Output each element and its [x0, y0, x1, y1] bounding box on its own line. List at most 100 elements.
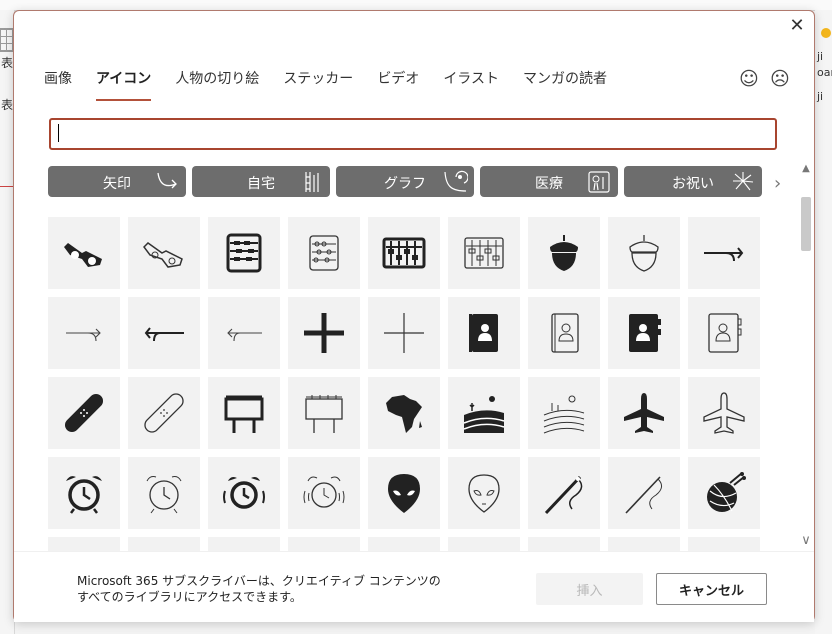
icon-cell[interactable] — [368, 217, 440, 289]
icon-cell[interactable] — [448, 217, 520, 289]
yarn-ball-icon — [707, 472, 746, 512]
icon-cell[interactable] — [128, 377, 200, 449]
bandage-outline-icon — [144, 393, 184, 433]
smile-feedback-icon[interactable]: ☺ — [739, 69, 759, 89]
subscriber-note-line: すべてのライブラリにアクセスできます。 — [77, 590, 302, 604]
icon-cell[interactable] — [288, 297, 360, 369]
icon-cell[interactable] — [48, 217, 120, 289]
icon-cell[interactable] — [128, 297, 200, 369]
icon-cell[interactable] — [288, 217, 360, 289]
alien-outline-icon — [468, 474, 500, 513]
alien-filled-icon — [388, 474, 420, 513]
icon-cell[interactable] — [608, 297, 680, 369]
tab-images[interactable]: 画像 — [44, 65, 72, 101]
home-icon — [305, 172, 319, 192]
curved-arrow-left-thin-icon — [227, 328, 262, 342]
alarm-clock-filled-icon — [66, 476, 102, 514]
category-medical[interactable]: 医療 — [480, 166, 618, 197]
icon-cell[interactable] — [48, 377, 120, 449]
tab-videos[interactable]: ビデオ — [377, 65, 419, 101]
icon-cell[interactable] — [48, 297, 120, 369]
icon-cell[interactable] — [528, 297, 600, 369]
billboard-outline-icon — [305, 395, 343, 433]
needle-thread-outline-icon — [625, 476, 662, 514]
icon-cell[interactable] — [528, 457, 600, 529]
text-caret — [58, 124, 59, 142]
chart-icon — [444, 170, 468, 192]
icon-cell[interactable] — [208, 377, 280, 449]
tab-illustrations[interactable]: イラスト — [443, 65, 499, 101]
arrow-icon — [157, 172, 177, 189]
icon-cell[interactable] — [688, 377, 760, 449]
plus-thin-icon — [384, 313, 424, 353]
close-button[interactable]: ✕ — [786, 15, 808, 37]
background-text: ji — [817, 90, 824, 103]
medical-icon — [588, 171, 610, 193]
abacus-outline-icon — [309, 235, 339, 271]
farm-field-filled-icon — [463, 396, 505, 433]
icon-cell[interactable] — [608, 457, 680, 529]
tab-cutout-people[interactable]: 人物の切り絵 — [175, 65, 259, 101]
icon-cell[interactable] — [368, 457, 440, 529]
abacus-wide-outline-icon — [464, 237, 504, 269]
icon-cell[interactable] — [288, 377, 360, 449]
tab-stickers[interactable]: ステッカー — [283, 65, 353, 101]
icon-cell[interactable] — [688, 217, 760, 289]
icon-cell[interactable] — [208, 297, 280, 369]
icon-cell[interactable] — [48, 457, 120, 529]
category-celebration[interactable]: お祝い — [624, 166, 762, 197]
icon-grid-scrollbar[interactable]: ▲ ∨ — [798, 161, 814, 551]
category-arrows[interactable]: 矢印 — [48, 166, 186, 197]
alarm-ringing-filled-icon — [223, 477, 265, 509]
background-text: 表 — [1, 56, 14, 70]
search-input[interactable] — [49, 118, 777, 150]
curved-arrow-right-icon — [704, 247, 744, 262]
address-book-outline-icon — [551, 313, 579, 353]
address-book-filled-icon — [469, 314, 498, 352]
alarm-ringing-outline-icon — [303, 476, 345, 508]
3d-glasses-outline-icon — [143, 242, 183, 268]
category-home[interactable]: 自宅 — [192, 166, 330, 197]
icon-cell[interactable] — [128, 217, 200, 289]
scrollbar-thumb[interactable] — [801, 197, 811, 251]
icon-cell[interactable] — [688, 297, 760, 369]
icon-cell[interactable] — [608, 377, 680, 449]
icon-cell[interactable] — [448, 377, 520, 449]
scroll-down-button[interactable]: ∨ — [798, 533, 814, 548]
airplane-filled-icon — [624, 393, 664, 433]
icon-cell[interactable] — [208, 217, 280, 289]
fireworks-icon — [733, 172, 754, 191]
alarm-clock-outline-icon — [146, 476, 182, 514]
insert-button[interactable]: 挿入 — [536, 573, 643, 605]
category-next-button[interactable]: › — [774, 173, 781, 194]
curved-arrow-left-icon — [144, 327, 184, 342]
farm-field-outline-icon — [543, 395, 585, 434]
acorn-filled-icon — [550, 235, 578, 271]
scroll-up-button[interactable]: ▲ — [798, 163, 814, 174]
icon-cell[interactable] — [448, 297, 520, 369]
category-charts[interactable]: グラフ — [336, 166, 474, 197]
icon-cell[interactable] — [528, 377, 600, 449]
tab-icons[interactable]: アイコン — [96, 65, 152, 101]
icon-cell[interactable] — [288, 457, 360, 529]
icon-cell[interactable] — [208, 457, 280, 529]
billboard-filled-icon — [224, 395, 264, 433]
icon-cell[interactable] — [608, 217, 680, 289]
icon-cell[interactable] — [528, 217, 600, 289]
cancel-button[interactable]: キャンセル — [656, 573, 767, 605]
airplane-outline-icon — [703, 392, 745, 434]
africa-icon — [386, 395, 422, 433]
frown-feedback-icon[interactable]: ☹ — [770, 69, 790, 89]
tab-bar: 画像 アイコン 人物の切り絵 ステッカー ビデオ イラスト マンガの読者 — [44, 65, 631, 101]
sun-icon — [821, 28, 831, 38]
background-text: 表 — [1, 98, 14, 112]
category-chips: 矢印 自宅 グラフ 医療 お祝い — [48, 166, 768, 197]
icon-cell[interactable] — [368, 377, 440, 449]
icon-cell[interactable] — [368, 297, 440, 369]
icon-cell[interactable] — [128, 457, 200, 529]
insert-icons-dialog: ✕ 画像 アイコン 人物の切り絵 ステッカー ビデオ イラスト マンガの読者 ☺… — [13, 10, 815, 622]
icon-cell[interactable] — [688, 457, 760, 529]
tab-cartoon-people[interactable]: マンガの読者 — [523, 65, 607, 101]
abacus-wide-filled-icon — [382, 237, 426, 269]
icon-cell[interactable] — [448, 457, 520, 529]
